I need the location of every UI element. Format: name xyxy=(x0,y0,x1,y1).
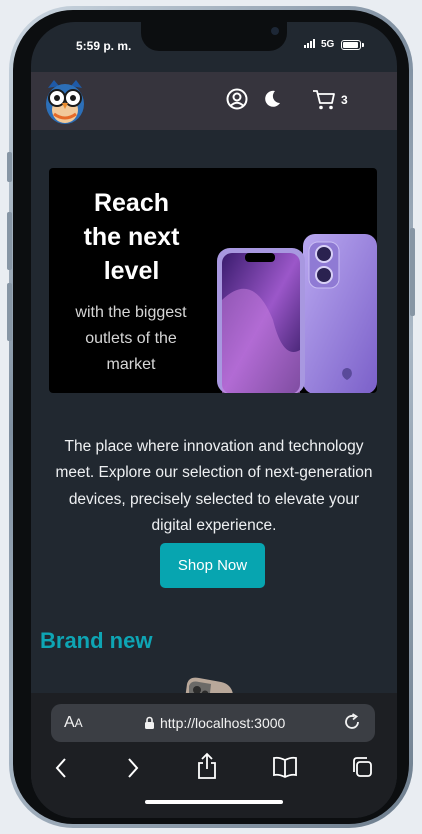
screen: 5:59 p. m. 5G 3 Reach the next level wit… xyxy=(31,22,397,818)
site-navbar: 3 xyxy=(31,72,397,130)
browser-bottom-bar: AA http://localhost:3000 xyxy=(31,693,397,818)
bookmarks-icon[interactable] xyxy=(272,756,298,778)
intro-description: The place where innovation and technolog… xyxy=(55,437,373,535)
volume-down-button xyxy=(7,283,12,341)
back-icon[interactable] xyxy=(54,756,68,780)
phone-mockup: 5:59 p. m. 5G 3 Reach the next level wit… xyxy=(0,0,422,834)
home-indicator[interactable] xyxy=(145,800,283,804)
section-title-brand-new: Brand new xyxy=(40,628,153,653)
mute-switch xyxy=(7,152,12,182)
hero-subtitle-line: outlets of the xyxy=(85,330,177,347)
hero-subtitle: with the biggest outlets of the market xyxy=(61,300,201,378)
lock-icon xyxy=(145,716,154,729)
volume-up-button xyxy=(7,212,12,270)
hero-title-line: level xyxy=(103,257,160,285)
hero-banner: Reach the next level with the biggest ou… xyxy=(49,168,377,393)
browser-toolbar xyxy=(31,752,397,786)
power-button xyxy=(410,228,415,316)
notch xyxy=(141,22,287,51)
forward-icon[interactable] xyxy=(126,756,140,780)
moon-icon[interactable] xyxy=(263,90,281,108)
cart-icon[interactable] xyxy=(312,89,336,111)
hero-phones-image xyxy=(217,234,377,393)
battery-tip xyxy=(362,43,364,47)
user-icon[interactable] xyxy=(226,88,248,110)
reload-icon[interactable] xyxy=(343,713,361,731)
hero-title-line: Reach xyxy=(93,189,170,217)
camera-icon xyxy=(271,27,279,35)
hero-title: Reach the next level xyxy=(49,186,214,288)
owl-logo[interactable] xyxy=(40,76,90,126)
hero-title-line: the next xyxy=(83,223,180,251)
status-time: 5:59 p. m. xyxy=(76,39,132,53)
battery-icon xyxy=(341,40,361,50)
shop-now-button[interactable]: Shop Now xyxy=(160,543,265,588)
hero-subtitle-line: market xyxy=(106,356,156,373)
hero-subtitle-line: with the biggest xyxy=(75,304,187,321)
cart-count-badge: 3 xyxy=(341,93,348,107)
share-icon[interactable] xyxy=(197,752,217,780)
text-size-button[interactable]: AA xyxy=(64,714,83,732)
signal-icon xyxy=(304,39,315,48)
network-label: 5G xyxy=(321,39,335,50)
tabs-icon[interactable] xyxy=(351,756,373,778)
url-text[interactable]: http://localhost:3000 xyxy=(160,715,285,731)
browser-address-bar[interactable]: AA http://localhost:3000 xyxy=(51,704,375,742)
